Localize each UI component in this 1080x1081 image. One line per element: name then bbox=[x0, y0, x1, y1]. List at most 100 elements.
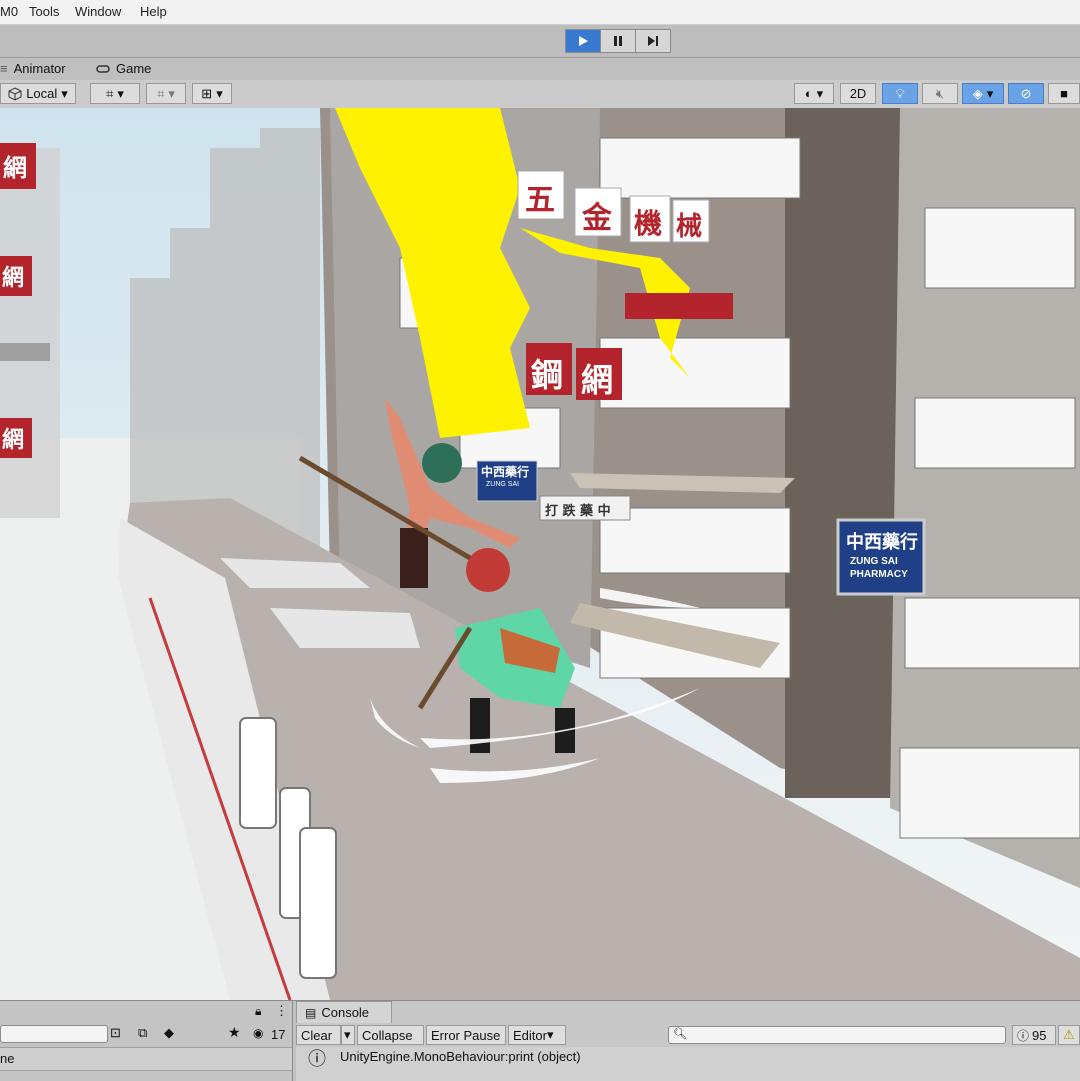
console-collapse-button[interactable]: Collapse bbox=[357, 1025, 424, 1045]
tab-game[interactable]: Game bbox=[96, 61, 151, 76]
lighting-toggle-button[interactable]: 💡︎ bbox=[882, 83, 918, 104]
play-controls-bar bbox=[0, 25, 1080, 58]
console-log-list: ⓘ UnityEngine.MonoBehaviour:print (objec… bbox=[296, 1047, 1080, 1081]
chevron-down-icon: ▾ bbox=[344, 1027, 351, 1042]
console-icon: ▤ bbox=[305, 1005, 317, 1020]
eye-off-icon: ⊘ bbox=[1020, 85, 1032, 101]
menu-bar: M0 Tools Window Help bbox=[0, 0, 1080, 25]
pivot-label: Local bbox=[26, 86, 58, 101]
error-pause-label: Error Pause bbox=[431, 1027, 501, 1043]
left-sign-text-2: 網 bbox=[2, 265, 25, 291]
console-search-input[interactable]: 🔍︎ bbox=[668, 1026, 1006, 1044]
left-sign-text-3: 網 bbox=[2, 427, 25, 453]
camera-settings-button[interactable]: ■ bbox=[1048, 83, 1080, 104]
bottom-panels: 🔒︎ ⋮ ⊡ ⧉ ◆ ★ ◉ 17 ne ▤ Console Clear ▾ C… bbox=[0, 1000, 1080, 1081]
sign-pharmacy-large-cn: 中西藥行 bbox=[846, 532, 918, 553]
sign-pharmacy-small-cn: 中西藥行 bbox=[481, 465, 530, 479]
console-panel: ▤ Console Clear ▾ Collapse Error Pause E… bbox=[296, 1001, 1080, 1081]
hierarchy-row-label: ne bbox=[0, 1051, 15, 1066]
hidden-objects-toggle-button[interactable]: ⊘ bbox=[1008, 83, 1044, 104]
sign-char-ji: 機 bbox=[634, 207, 663, 240]
shading-mode-dropdown[interactable]: ◐ ▾ bbox=[794, 83, 834, 104]
menu-item-tools[interactable]: Tools bbox=[29, 4, 59, 19]
camera-icon: ■ bbox=[1060, 86, 1068, 101]
step-button[interactable] bbox=[635, 29, 671, 53]
sign-char-jin: 金 bbox=[582, 201, 612, 236]
sign-char-xie: 械 bbox=[676, 212, 703, 242]
favorite-star-icon[interactable]: ★ bbox=[228, 1024, 241, 1041]
tab-animator-label: Animator bbox=[13, 61, 66, 76]
log-entry-line[interactable]: UnityEngine.MonoBehaviour:print (object) bbox=[340, 1049, 581, 1064]
sign-dajie-text: 打 跌 藥 中 bbox=[545, 504, 611, 519]
hierarchy-search-input[interactable] bbox=[0, 1025, 108, 1043]
layers-icon: ◈ bbox=[972, 85, 983, 101]
tab-game-label: Game bbox=[116, 61, 152, 76]
menu-item-m0[interactable]: M0 bbox=[0, 4, 18, 19]
info-icon: ⓘ bbox=[1017, 1028, 1030, 1043]
ruler-icon: ⊞ bbox=[201, 85, 213, 101]
console-clear-button[interactable]: Clear bbox=[296, 1025, 341, 1045]
type-filter-icon[interactable]: ⧉ bbox=[138, 1025, 147, 1041]
clear-options-dropdown[interactable]: ▾ bbox=[341, 1025, 355, 1045]
cube-icon bbox=[8, 86, 22, 101]
grid-snap-icon: ⌗ bbox=[106, 85, 114, 101]
console-editor-dropdown[interactable]: Editor ▾ bbox=[508, 1025, 566, 1045]
tab-separator-icon: ≡ bbox=[0, 61, 8, 76]
chevron-down-icon: ▾ bbox=[61, 85, 68, 101]
increment-snap-button[interactable]: ⌗ ▾ bbox=[146, 83, 186, 104]
sign-char-gang: 鋼 bbox=[531, 356, 564, 394]
audio-icon: 🔇︎ bbox=[935, 85, 945, 101]
pivot-rotation-dropdown[interactable]: Local ▾ bbox=[0, 83, 76, 104]
clear-label: Clear bbox=[301, 1027, 333, 1043]
console-warning-toggle[interactable]: ⓘ 95 bbox=[1012, 1025, 1056, 1045]
log-count: 95 bbox=[1032, 1027, 1047, 1043]
hierarchy-row[interactable]: ne bbox=[0, 1047, 292, 1071]
chevron-down-icon: ▾ bbox=[546, 1027, 554, 1042]
console-tab-label: Console bbox=[321, 1005, 370, 1020]
collapse-label: Collapse bbox=[362, 1027, 413, 1043]
console-warning-filter[interactable]: ⚠ bbox=[1058, 1025, 1080, 1045]
sign-pharmacy-large-en-1: ZUNG SAI bbox=[850, 556, 898, 567]
visible-count: 17 bbox=[271, 1027, 286, 1042]
chevron-down-icon: ▾ bbox=[986, 85, 994, 101]
audio-toggle-button[interactable]: 🔇︎ bbox=[922, 83, 958, 104]
sign-char-wang: 網 bbox=[581, 361, 614, 399]
mode-2d-label: 2D bbox=[849, 86, 867, 101]
label-filter-icon[interactable]: ◆ bbox=[164, 1025, 174, 1041]
console-error-pause-button[interactable]: Error Pause bbox=[426, 1025, 506, 1045]
snap-settings-button[interactable]: ⊞ ▾ bbox=[192, 83, 232, 104]
lock-icon[interactable]: 🔒︎ bbox=[255, 1004, 261, 1019]
tab-console[interactable]: ▤ Console bbox=[296, 1001, 392, 1023]
snap-increment-icon: ⌗ bbox=[157, 85, 165, 101]
pause-button[interactable] bbox=[600, 29, 636, 53]
toggle-2d-button[interactable]: 2D bbox=[840, 83, 876, 104]
menu-item-window[interactable]: Window bbox=[75, 4, 121, 19]
editor-tab-bar: ≡ Animator Game bbox=[0, 58, 1080, 81]
chevron-down-icon: ▾ bbox=[816, 85, 824, 101]
scene-render[interactable] bbox=[0, 108, 1080, 1000]
chevron-down-icon: ▾ bbox=[117, 85, 124, 101]
menu-item-help[interactable]: Help bbox=[140, 4, 167, 19]
tab-animator[interactable]: ≡ Animator bbox=[0, 61, 66, 76]
scene-viewport[interactable]: 五 金 機 械 鋼 網 中西藥行 ZUNG SAI 中西藥行 ZUNG SAI … bbox=[0, 108, 1080, 1000]
play-button[interactable] bbox=[565, 29, 601, 53]
step-icon bbox=[648, 36, 658, 46]
editor-label: Editor bbox=[513, 1027, 547, 1043]
play-icon bbox=[579, 36, 588, 46]
effects-toggle-button[interactable]: ◈ ▾ bbox=[962, 83, 1004, 104]
visibility-eye-icon[interactable]: ◉ bbox=[253, 1026, 263, 1040]
sign-restaurant bbox=[625, 293, 733, 319]
search-filter-icon[interactable]: ⊡ bbox=[110, 1025, 121, 1041]
scene-toolbar: Local ▾ ⌗ ▾ ⌗ ▾ ⊞ ▾ ◐ ▾ 2D 💡︎ 🔇︎ ◈ ▾ ⊘ ■ bbox=[0, 80, 1080, 109]
sign-char-wu: 五 bbox=[525, 183, 555, 218]
log-info-icon: ⓘ bbox=[308, 1049, 326, 1069]
grid-snap-button[interactable]: ⌗ ▾ bbox=[90, 83, 140, 104]
hierarchy-panel: 🔒︎ ⋮ ⊡ ⧉ ◆ ★ ◉ 17 ne bbox=[0, 1001, 293, 1081]
search-icon: 🔍︎ bbox=[673, 1028, 687, 1040]
warning-icon: ⚠ bbox=[1063, 1027, 1075, 1042]
left-sign-text-1: 網 bbox=[3, 153, 27, 182]
lightbulb-icon: 💡︎ bbox=[895, 85, 905, 101]
shading-sphere-icon: ◐ bbox=[804, 86, 813, 101]
more-options-icon[interactable]: ⋮ bbox=[275, 1003, 288, 1019]
pause-icon bbox=[614, 36, 622, 46]
